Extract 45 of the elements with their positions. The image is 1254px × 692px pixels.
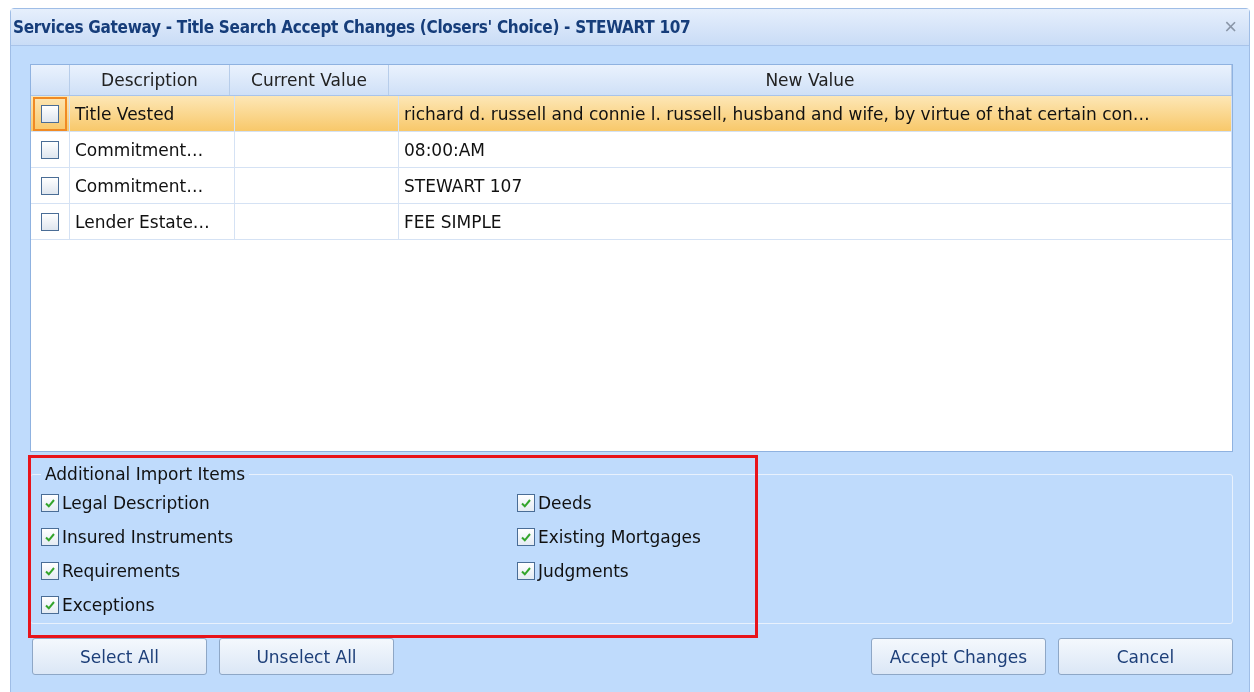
check-icon bbox=[44, 531, 56, 543]
import-checkbox[interactable]: Existing Mortgages bbox=[517, 520, 817, 554]
table-cell: Title Vested bbox=[75, 103, 175, 124]
checkbox[interactable] bbox=[41, 494, 59, 512]
checkbox[interactable] bbox=[517, 494, 535, 512]
checkbox[interactable] bbox=[41, 596, 59, 614]
table-cell: STEWART 107 bbox=[404, 175, 523, 196]
table-row[interactable]: Title Vested richard d. russell and connie l. russell, husband and wife, by virtue of that certain con… bbox=[31, 96, 1232, 132]
table-row[interactable]: Commitment… 08:00:AM bbox=[31, 132, 1232, 168]
checkbox[interactable] bbox=[517, 562, 535, 580]
import-checkbox[interactable]: Requirements bbox=[41, 554, 517, 588]
import-checkbox[interactable]: Insured Instruments bbox=[41, 520, 517, 554]
import-checkbox[interactable]: Deeds bbox=[517, 486, 817, 520]
table-row[interactable]: Lender Estate… FEE SIMPLE bbox=[31, 204, 1232, 240]
check-icon bbox=[520, 531, 532, 543]
row-checkbox[interactable] bbox=[41, 212, 59, 231]
column-header[interactable]: New Value bbox=[389, 65, 1232, 95]
window-title: Services Gateway - Title Search Accept Changes (Closers' Choice) - STEWART 107 bbox=[13, 17, 691, 37]
group-title: Additional Import Items bbox=[44, 464, 247, 484]
checkbox[interactable] bbox=[41, 528, 59, 546]
import-checkbox[interactable]: Exceptions bbox=[41, 588, 517, 622]
check-icon bbox=[520, 497, 532, 509]
table-cell: FEE SIMPLE bbox=[404, 211, 502, 232]
column-header[interactable]: Description bbox=[70, 65, 230, 95]
row-checkbox[interactable] bbox=[41, 140, 59, 159]
import-checkbox[interactable]: Legal Description bbox=[41, 486, 517, 520]
table-row[interactable]: Commitment… STEWART 107 bbox=[31, 168, 1232, 204]
column-header[interactable]: Current Value bbox=[230, 65, 389, 95]
dialog-button[interactable]: Unselect All bbox=[219, 638, 394, 675]
row-checkbox[interactable] bbox=[41, 176, 59, 195]
check-icon bbox=[44, 497, 56, 509]
table-cell: richard d. russell and connie l. russell, husband and wife, by virtue of that certain con… bbox=[404, 103, 1150, 124]
table-cell: Lender Estate… bbox=[75, 211, 210, 232]
dialog-button[interactable]: Select All bbox=[32, 638, 207, 675]
dialog-button[interactable]: Accept Changes bbox=[871, 638, 1046, 675]
check-icon bbox=[520, 565, 532, 577]
dialog-button[interactable]: Cancel bbox=[1058, 638, 1233, 675]
table-cell: 08:00:AM bbox=[404, 139, 485, 160]
checkbox[interactable] bbox=[41, 562, 59, 580]
table-cell: Commitment… bbox=[75, 175, 204, 196]
check-icon bbox=[44, 599, 56, 611]
checkbox[interactable] bbox=[517, 528, 535, 546]
check-icon bbox=[44, 565, 56, 577]
import-checkbox[interactable]: Judgments bbox=[517, 554, 817, 588]
table-cell: Commitment… bbox=[75, 139, 204, 160]
